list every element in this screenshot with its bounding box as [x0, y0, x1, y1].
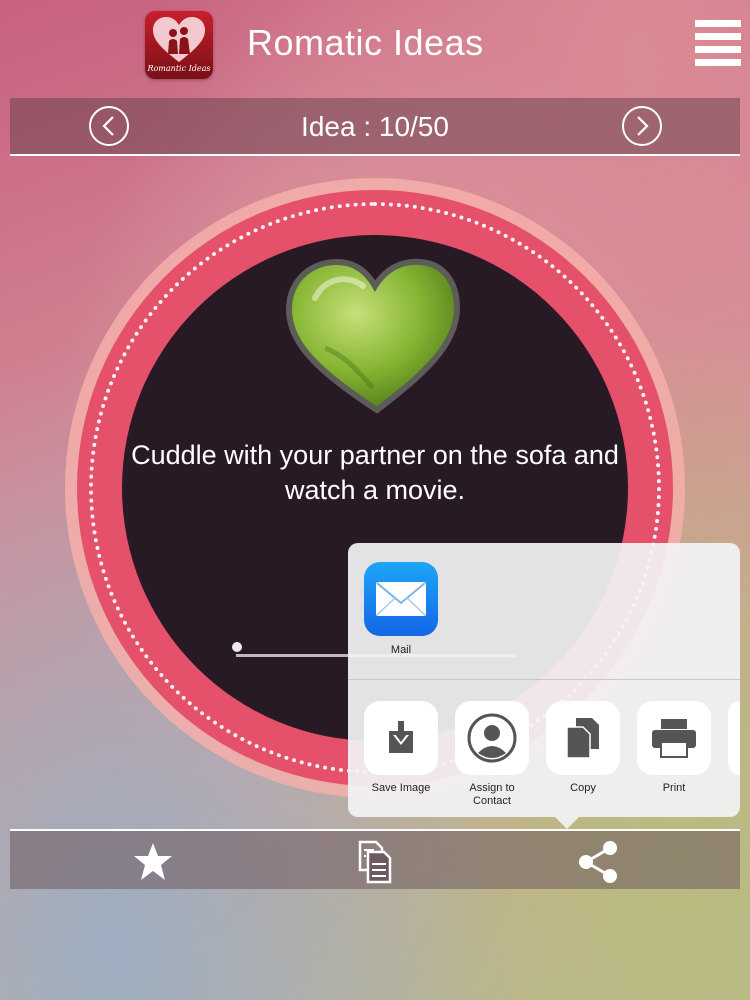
mail-share-button[interactable] — [364, 562, 438, 636]
printer-icon — [652, 719, 696, 758]
app-title: Romatic Ideas — [247, 22, 484, 63]
share-sheet-divider — [348, 679, 740, 680]
copy-tile[interactable] — [546, 701, 620, 775]
bottom-toolbar — [10, 829, 740, 889]
progress-knob[interactable] — [232, 642, 242, 652]
copy-label: Copy — [570, 782, 596, 794]
heart-icon — [285, 258, 461, 414]
assign-to-contact-tile[interactable] — [455, 701, 529, 775]
more-actions-tile[interactable] — [728, 701, 740, 775]
logo-text: Romantic Ideas — [147, 64, 211, 73]
assign-to-contact-label: Assign to Contact — [469, 782, 515, 807]
copy-text-button[interactable] — [352, 839, 398, 885]
mail-icon — [376, 582, 426, 616]
print-label: Print — [662, 782, 686, 794]
save-image-label: Save Image — [371, 782, 431, 794]
chevron-right-icon — [637, 116, 649, 136]
contact-icon — [467, 713, 517, 763]
print-action[interactable]: Print — [637, 701, 711, 795]
save-image-tile[interactable] — [364, 701, 438, 775]
share-button[interactable] — [575, 839, 621, 885]
couple-heart-icon — [153, 17, 205, 62]
share-icon — [579, 841, 617, 883]
star-icon — [134, 843, 172, 880]
next-idea-button[interactable] — [622, 106, 662, 146]
print-tile[interactable] — [637, 701, 711, 775]
mail-label: Mail — [390, 644, 412, 656]
copy-icon — [566, 718, 599, 759]
copy-action[interactable]: Copy — [546, 701, 620, 795]
share-sheet: Mail Save Image Assign to Contact Copy P… — [348, 543, 740, 829]
app-header: Romantic Ideas Romatic Ideas — [0, 0, 750, 95]
idea-text: Cuddle with your partner on the sofa and… — [131, 440, 619, 505]
assign-to-contact-action[interactable]: Assign to Contact — [455, 701, 529, 808]
idea-navigation-bar: Idea : 10/50 — [10, 98, 740, 156]
save-image-action[interactable]: Save Image — [364, 701, 438, 795]
download-icon — [389, 721, 413, 753]
document-copy-icon — [358, 840, 392, 884]
hamburger-menu-icon[interactable] — [695, 20, 741, 68]
favorite-button[interactable] — [130, 839, 176, 885]
app-logo: Romantic Ideas — [145, 11, 213, 79]
